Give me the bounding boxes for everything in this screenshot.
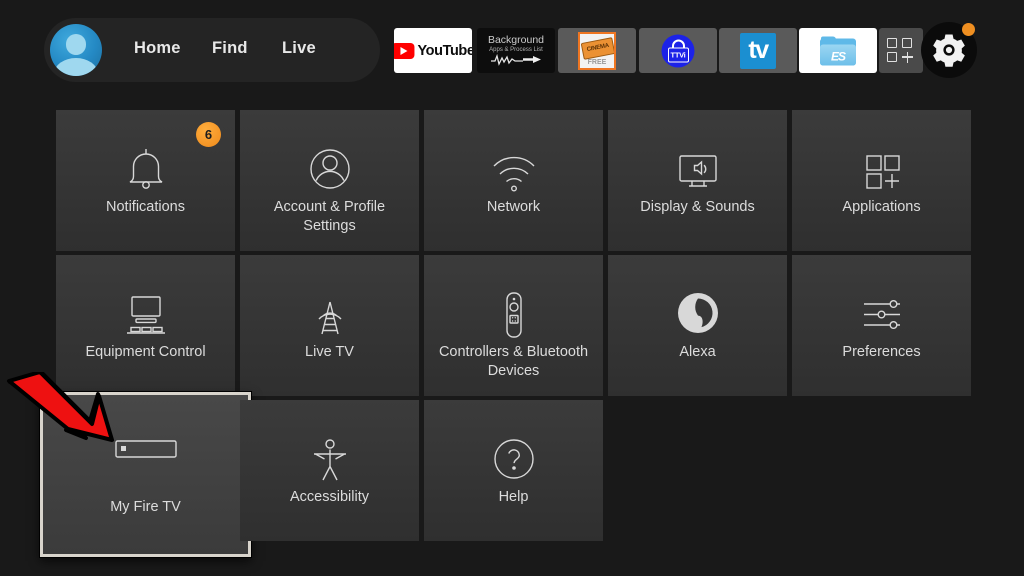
cinema-free-label: FREE — [587, 58, 607, 66]
settings-gear-button[interactable] — [921, 22, 977, 78]
tv-app-icon: tv — [740, 32, 776, 69]
tile-preferences[interactable]: Preferences — [792, 255, 971, 396]
app-shortcut-all-apps[interactable] — [879, 28, 923, 73]
tile-account-profile-settings[interactable]: Account & Profile Settings — [240, 110, 419, 251]
app-shortcut-tv[interactable]: tv — [719, 28, 797, 73]
fire-tv-settings-screen: Home Find Live YouTube Background Apps &… — [0, 0, 1024, 576]
tile-network[interactable]: Network — [424, 110, 603, 251]
wifi-icon — [424, 142, 603, 196]
app-shortcut-youtube[interactable]: YouTube — [394, 28, 472, 73]
cinema-ticket-icon: CINEMA FREE — [578, 31, 616, 70]
apps-grid-plus-icon — [792, 142, 971, 196]
ttvi-lock-icon: TTVi — [661, 34, 695, 67]
plus-glyph — [902, 51, 913, 63]
settings-notification-dot — [962, 23, 975, 36]
notification-badge: 6 — [196, 122, 221, 147]
tile-label: Applications — [842, 199, 921, 215]
app-shortcut-background-apps[interactable]: Background Apps & Process List — [477, 28, 555, 73]
profile-avatar[interactable] — [50, 24, 102, 76]
tile-help[interactable]: Help — [424, 400, 603, 541]
es-file-explorer-icon: ES — [820, 36, 856, 65]
app-shortcut-cinema[interactable]: CINEMA FREE — [558, 28, 636, 73]
tile-applications[interactable]: Applications — [792, 110, 971, 251]
tile-label: Accessibility — [290, 489, 369, 505]
tile-label: Display & Sounds — [640, 199, 755, 215]
tile-controllers-bluetooth[interactable]: Controllers & Bluetooth Devices — [424, 255, 603, 396]
tile-label: Network — [486, 199, 541, 215]
tile-alexa[interactable]: Alexa — [608, 255, 787, 396]
youtube-icon: YouTube — [394, 42, 472, 59]
tile-display-sounds[interactable]: Display & Sounds — [608, 110, 787, 251]
monitor-devices-icon — [56, 287, 235, 341]
tile-live-tv[interactable]: Live TV — [240, 255, 419, 396]
es-wordmark: ES — [830, 49, 846, 63]
avatar-head — [65, 34, 87, 56]
nav-item-find[interactable]: Find — [212, 39, 248, 58]
question-circle-icon — [424, 432, 603, 486]
app-shortcut-es-file-explorer[interactable]: ES — [799, 28, 877, 73]
apps-grid-plus-icon — [887, 37, 915, 64]
youtube-wordmark: YouTube — [417, 42, 472, 59]
tile-label: My Fire TV — [110, 499, 181, 515]
tile-label: Account & Profile Settings — [273, 199, 386, 234]
avatar-body — [53, 58, 99, 76]
app-shortcut-ttvi[interactable]: TTVi — [639, 28, 717, 73]
sliders-icon — [792, 287, 971, 341]
tile-label: Controllers & Bluetooth Devices — [438, 344, 589, 379]
youtube-play-badge — [394, 42, 415, 59]
tile-label: Equipment Control — [85, 344, 206, 360]
tile-label: Live TV — [305, 344, 354, 360]
folder-front: ES — [820, 44, 856, 65]
background-apps-title: Background — [487, 34, 545, 46]
tile-label: Notifications — [106, 199, 185, 215]
accessibility-icon — [240, 432, 419, 486]
top-navigation-bar: Home Find Live YouTube Background Apps &… — [0, 0, 1024, 96]
bell-icon — [56, 142, 235, 196]
tile-accessibility[interactable]: Accessibility — [240, 400, 419, 541]
ttvi-wordmark: TTVi — [667, 47, 689, 62]
red-arrow-annotation — [7, 372, 114, 442]
tile-label: Alexa — [679, 344, 716, 360]
antenna-icon — [240, 287, 419, 341]
tile-notifications[interactable]: Notifications 6 — [56, 110, 235, 251]
person-circle-icon — [240, 142, 419, 196]
background-apps-icon — [491, 53, 541, 66]
tile-label: Help — [498, 489, 529, 505]
tile-label: Preferences — [842, 344, 921, 360]
alexa-ring-icon — [608, 287, 787, 341]
remote-icon — [424, 287, 603, 341]
nav-item-live[interactable]: Live — [282, 39, 316, 58]
tv-speaker-icon — [608, 142, 787, 196]
nav-item-home[interactable]: Home — [134, 39, 181, 58]
cinema-ticket-label: CINEMA — [580, 36, 614, 60]
